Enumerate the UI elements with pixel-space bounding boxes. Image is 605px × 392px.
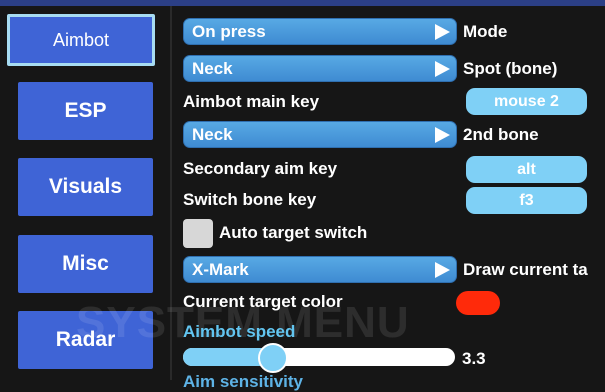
play-arrow-icon (433, 60, 451, 78)
switch-bone-key-button[interactable]: f3 (466, 187, 587, 214)
second-bone-value: Neck (192, 124, 233, 144)
draw-target-value: X-Mark (192, 259, 249, 279)
secondary-key-label: Secondary aim key (183, 159, 338, 178)
main-key-label: Aimbot main key (183, 92, 320, 111)
aimbot-speed-knob[interactable] (257, 343, 288, 373)
aimbot-speed-value: 3.3 (462, 349, 486, 368)
spot-value: Neck (192, 58, 233, 78)
switch-bone-key-label: Switch bone key (183, 190, 317, 209)
mode-dropdown[interactable]: On press (183, 18, 457, 45)
secondary-key-button[interactable]: alt (466, 156, 587, 183)
draw-target-label: Draw current ta (463, 260, 588, 279)
aim-sensitivity-title: Aim sensitivity (183, 372, 303, 391)
sidebar-item-visuals[interactable]: Visuals (18, 158, 153, 216)
second-bone-label: 2nd bone (463, 125, 539, 144)
spot-label: Spot (bone) (463, 59, 558, 78)
mode-label: Mode (463, 22, 508, 41)
play-arrow-icon (433, 261, 451, 279)
target-color-label: Current target color (183, 292, 343, 311)
main-key-button[interactable]: mouse 2 (466, 88, 587, 115)
draw-target-dropdown[interactable]: X-Mark (183, 256, 457, 283)
aimbot-speed-title: Aimbot speed (183, 322, 296, 341)
play-arrow-icon (433, 23, 451, 41)
sidebar-item-esp[interactable]: ESP (18, 82, 153, 140)
spot-dropdown[interactable]: Neck (183, 55, 457, 82)
top-bar (0, 0, 605, 6)
aimbot-speed-slider[interactable] (183, 348, 455, 366)
auto-target-checkbox[interactable] (183, 219, 213, 248)
target-color-swatch[interactable] (456, 291, 500, 315)
sidebar-item-aimbot[interactable]: Aimbot (7, 14, 155, 66)
play-arrow-icon (433, 126, 451, 144)
sidebar-item-misc[interactable]: Misc (18, 235, 153, 293)
auto-target-label: Auto target switch (219, 223, 368, 242)
mode-value: On press (192, 21, 266, 41)
second-bone-dropdown[interactable]: Neck (183, 121, 457, 148)
